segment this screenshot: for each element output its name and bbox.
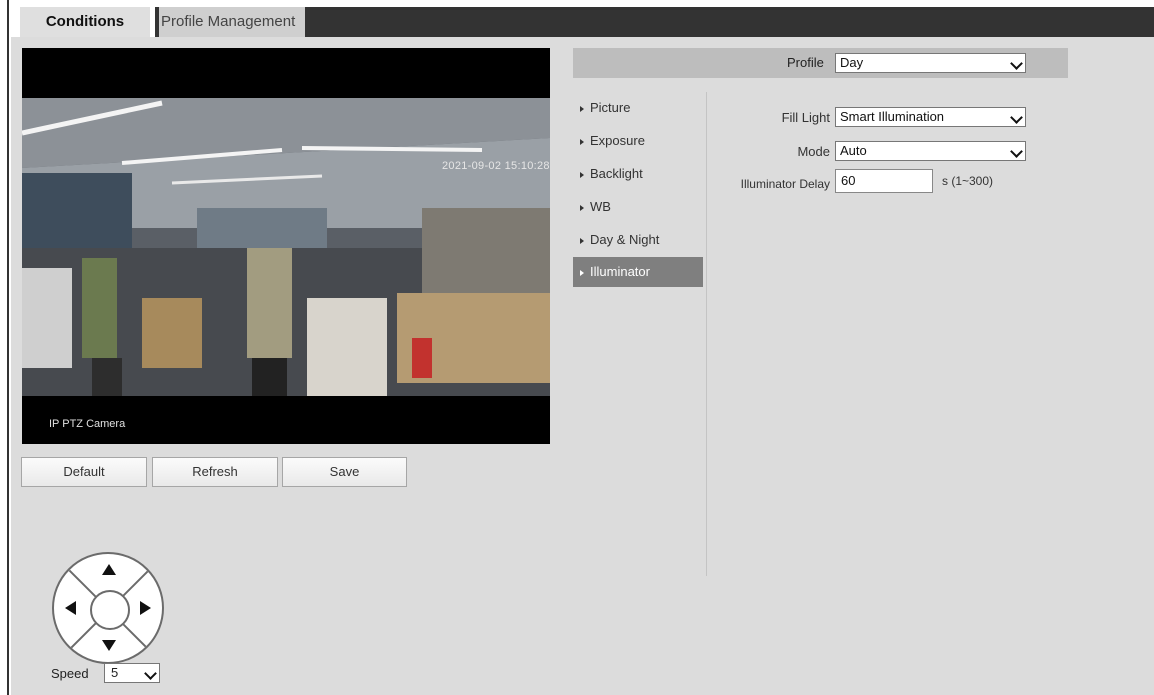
speed-select[interactable]: 5 [104, 663, 160, 683]
chevron-down-icon [144, 667, 157, 680]
caret-right-icon [580, 105, 584, 112]
fill-light-select[interactable]: Smart Illumination [835, 107, 1026, 127]
menu-item-wb[interactable]: WB [580, 197, 611, 217]
profile-label: Profile [787, 55, 824, 70]
menu-item-label: Illuminator [590, 264, 650, 279]
ptz-up-arrow-icon[interactable] [102, 564, 116, 575]
fill-light-label: Fill Light [781, 110, 830, 125]
menu-item-exposure[interactable]: Exposure [580, 131, 645, 151]
tab-conditions[interactable]: Conditions [20, 7, 150, 37]
caret-right-icon [580, 269, 584, 276]
menu-item-backlight[interactable]: Backlight [580, 164, 643, 184]
chevron-down-icon [1010, 111, 1023, 124]
header-dark-strip [290, 7, 1154, 37]
ptz-left-arrow-icon[interactable] [65, 601, 76, 615]
mode-label: Mode [797, 144, 830, 159]
video-timestamp: 2021-09-02 15:10:28 [442, 160, 550, 172]
menu-item-illuminator[interactable]: Illuminator [580, 262, 650, 282]
default-button[interactable]: Default [21, 457, 147, 487]
ptz-center-button[interactable] [90, 590, 130, 630]
illuminator-delay-input[interactable]: 60 [835, 169, 933, 193]
illuminator-delay-label: Illuminator Delay [740, 177, 830, 191]
profile-select[interactable]: Day [835, 53, 1026, 73]
caret-right-icon [580, 171, 584, 178]
chevron-down-icon [1010, 57, 1023, 70]
speed-label: Speed [51, 666, 89, 681]
mode-select[interactable]: Auto [835, 141, 1026, 161]
speed-value: 5 [111, 665, 119, 680]
delay-unit-hint: s (1~300) [942, 174, 994, 188]
live-video[interactable]: 2021-09-02 15:10:28 IP PTZ Camera [22, 48, 550, 444]
left-frame-border [0, 0, 9, 695]
tab-profile-management[interactable]: Profile Management [155, 7, 305, 37]
profile-value: Day [840, 55, 864, 70]
menu-item-label: Backlight [590, 166, 643, 181]
ptz-right-arrow-icon[interactable] [140, 601, 151, 615]
caret-right-icon [580, 237, 584, 244]
menu-item-label: WB [590, 199, 611, 214]
menu-divider [706, 92, 707, 576]
mode-value: Auto [840, 143, 867, 158]
menu-item-label: Day & Night [590, 232, 660, 247]
menu-item-label: Exposure [590, 133, 645, 148]
video-scene-image [22, 98, 550, 396]
menu-item-picture[interactable]: Picture [580, 98, 630, 118]
save-button[interactable]: Save [282, 457, 407, 487]
ptz-down-arrow-icon[interactable] [102, 640, 116, 651]
caret-right-icon [580, 204, 584, 211]
video-camera-label: IP PTZ Camera [49, 418, 126, 430]
menu-item-label: Picture [590, 100, 631, 115]
caret-right-icon [580, 138, 584, 145]
refresh-button[interactable]: Refresh [152, 457, 278, 487]
fill-light-value: Smart Illumination [840, 109, 945, 124]
menu-item-day-night[interactable]: Day & Night [580, 230, 659, 250]
ptz-direction-pad[interactable] [52, 552, 164, 664]
chevron-down-icon [1010, 145, 1023, 158]
